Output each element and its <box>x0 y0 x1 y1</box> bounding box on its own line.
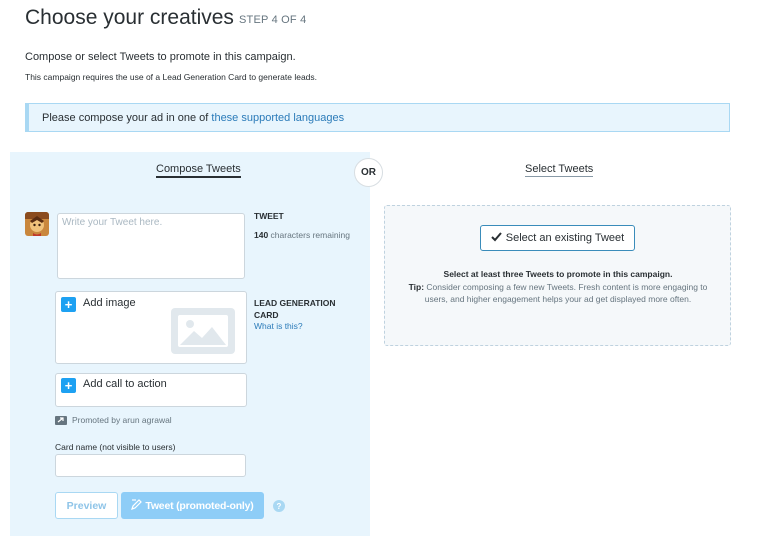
tweet-promoted-only-button[interactable]: Tweet (promoted-only) <box>121 492 264 519</box>
card-name-label: Card name (not visible to users) <box>55 442 176 452</box>
promoted-by-text: Promoted by arun agrawal <box>72 415 172 425</box>
avatar <box>25 212 49 236</box>
characters-remaining-count: 140 <box>254 230 269 240</box>
compose-pencil-icon <box>131 498 143 513</box>
tip-label: Tip: <box>408 281 425 292</box>
tab-compose-tweets[interactable]: Compose Tweets <box>156 163 241 178</box>
characters-remaining: 140 characters remaining <box>254 229 350 241</box>
add-image-box[interactable]: + Add image <box>55 291 247 364</box>
tweet-label: TWEET <box>254 211 284 221</box>
image-placeholder-icon <box>170 307 236 355</box>
supported-languages-link[interactable]: these supported languages <box>211 112 344 124</box>
add-call-to-action-label[interactable]: Add call to action <box>83 378 167 390</box>
characters-remaining-suffix: characters remaining <box>268 230 350 240</box>
select-tweets-tip: Tip: Consider composing a few new Tweets… <box>398 281 718 306</box>
checkmark-icon <box>491 231 502 245</box>
tweet-input[interactable]: Write your Tweet here. <box>57 213 245 279</box>
step-indicator: STEP 4 OF 4 <box>239 14 307 26</box>
tab-select-tweets[interactable]: Select Tweets <box>525 163 594 177</box>
or-divider: OR <box>354 158 383 187</box>
language-notice-label: Please compose your ad in one of <box>42 112 212 124</box>
add-call-to-action-box[interactable]: + Add call to action <box>55 373 247 407</box>
tweet-input-placeholder: Write your Tweet here. <box>62 217 163 228</box>
select-tweets-requirement: Select at least three Tweets to promote … <box>443 269 673 279</box>
page-title: Choose your creatives <box>25 6 234 29</box>
lead-gen-requirement-text: This campaign requires the use of a Lead… <box>25 72 318 82</box>
select-tweets-help: Select at least three Tweets to promote … <box>398 268 718 306</box>
language-notice-text: Please compose your ad in one of these s… <box>42 112 344 124</box>
select-existing-tweet-button[interactable]: Select an existing Tweet <box>480 225 635 251</box>
plus-icon[interactable]: + <box>61 297 76 312</box>
preview-button[interactable]: Preview <box>55 492 118 519</box>
help-icon[interactable]: ? <box>273 500 285 512</box>
add-image-label[interactable]: Add image <box>83 297 136 309</box>
what-is-this-link[interactable]: What is this? <box>254 321 303 331</box>
language-notice: Please compose your ad in one of these s… <box>25 103 730 132</box>
select-existing-tweet-label: Select an existing Tweet <box>505 232 625 244</box>
tweet-promoted-only-label: Tweet (promoted-only) <box>145 499 254 512</box>
promoted-icon <box>55 415 67 425</box>
tip-text: Consider composing a few new Tweets. Fre… <box>424 281 708 305</box>
lead-generation-card-label: LEAD GENERATION CARD <box>254 298 336 320</box>
card-name-input[interactable] <box>55 454 246 477</box>
plus-icon[interactable]: + <box>61 378 76 393</box>
promoted-by: Promoted by arun agrawal <box>55 415 172 425</box>
intro-text: Compose or select Tweets to promote in t… <box>25 51 296 63</box>
